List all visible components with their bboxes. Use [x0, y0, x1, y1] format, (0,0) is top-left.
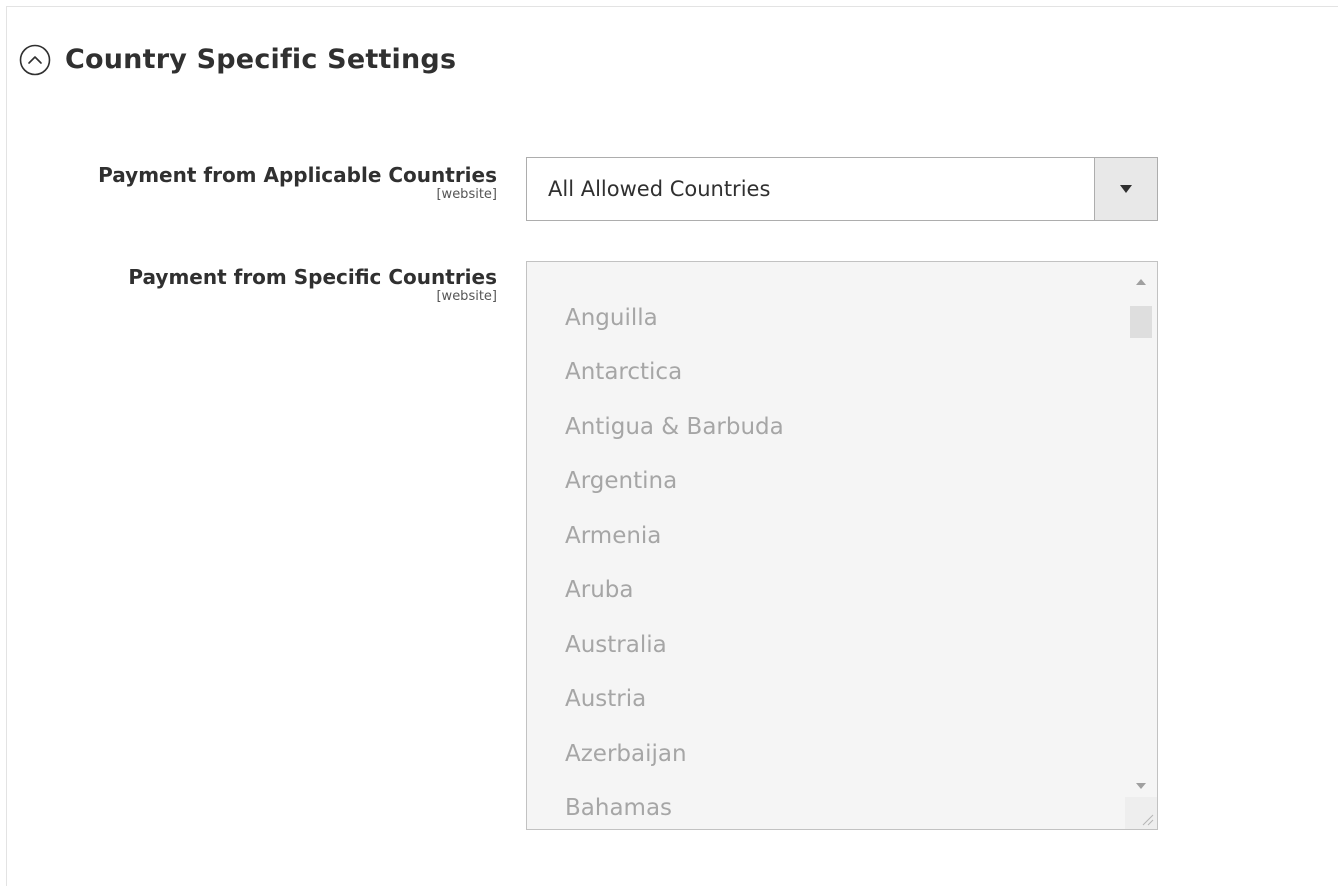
country-option[interactable]: Australia [527, 618, 1125, 673]
section-header[interactable]: Country Specific Settings [18, 40, 456, 80]
country-option[interactable]: Azerbaijan [527, 727, 1125, 782]
country-option[interactable]: Anguilla [527, 291, 1125, 346]
applicable-countries-label-text: Payment from Applicable Countries [98, 163, 497, 187]
caret-down-icon [1120, 185, 1132, 193]
country-option[interactable]: Austria [527, 672, 1125, 727]
applicable-countries-scope: [website] [436, 187, 497, 202]
scroll-up-arrow-icon[interactable] [1125, 267, 1157, 297]
country-option[interactable]: Armenia [527, 509, 1125, 564]
section-title: Country Specific Settings [65, 44, 457, 75]
specific-countries-label-text: Payment from Specific Countries [128, 265, 497, 289]
resize-grip-icon [1142, 814, 1154, 826]
resize-handle[interactable] [1125, 797, 1157, 829]
specific-countries-label: Payment from Specific Countries [website… [128, 265, 497, 305]
dropdown-arrow-button[interactable] [1094, 158, 1157, 220]
country-option-list: Anguilla Antarctica Antigua & Barbuda Argen… [527, 262, 1125, 829]
chevron-up-circle-icon[interactable] [18, 43, 52, 77]
country-option-partial [527, 262, 1125, 291]
country-option[interactable]: Bahamas [527, 781, 1125, 829]
country-option[interactable]: Argentina [527, 454, 1125, 509]
scroll-thumb[interactable] [1130, 306, 1152, 338]
scrollbar[interactable] [1125, 262, 1157, 829]
country-option[interactable]: Antarctica [527, 345, 1125, 400]
country-option[interactable]: Antigua & Barbuda [527, 400, 1125, 455]
specific-countries-scope: [website] [436, 289, 497, 304]
country-option[interactable]: Aruba [527, 563, 1125, 618]
applicable-countries-label: Payment from Applicable Countries [websi… [98, 163, 497, 203]
applicable-countries-selected-value: All Allowed Countries [548, 177, 771, 201]
specific-countries-multiselect[interactable]: Anguilla Antarctica Antigua & Barbuda Argen… [526, 261, 1158, 830]
applicable-countries-select[interactable]: All Allowed Countries [526, 157, 1158, 221]
